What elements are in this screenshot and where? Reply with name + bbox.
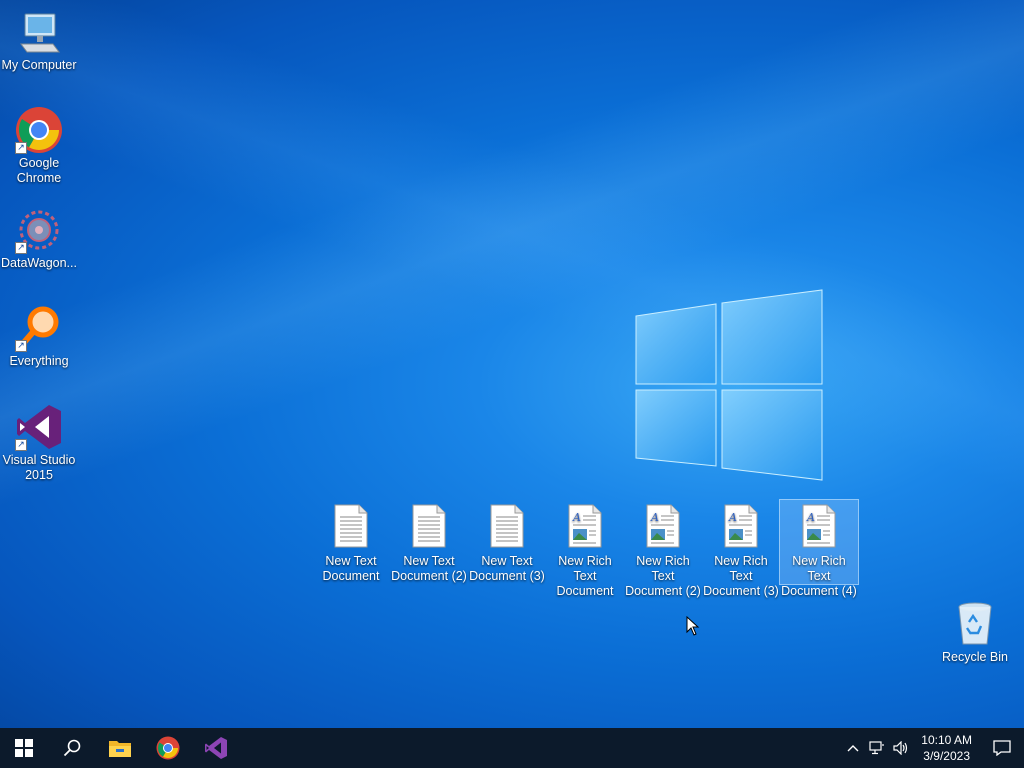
svg-text:A: A — [650, 511, 659, 524]
desktop-file-text-document-2[interactable]: New Text Document (2) — [390, 500, 468, 584]
light-beam — [0, 0, 1024, 728]
chrome-icon: ↗ — [15, 106, 63, 154]
file-label: New Rich Text Document — [556, 554, 614, 598]
notification-icon — [993, 740, 1011, 756]
recycle-bin-icon — [951, 600, 999, 648]
desktop-icon-my-computer[interactable]: My Computer — [0, 8, 78, 73]
file-label: New Text Document (2) — [391, 554, 467, 583]
file-label: New Rich Text Document (3) — [703, 554, 779, 598]
chrome-icon — [156, 736, 180, 760]
rich-text-document-icon: A — [567, 504, 603, 548]
desktop-file-rich-text-document-2[interactable]: A New Rich Text Document (2) — [624, 500, 702, 598]
action-center-button[interactable] — [980, 728, 1024, 768]
file-label: New Text Document — [322, 554, 380, 583]
mouse-pointer-icon — [686, 616, 700, 636]
visual-studio-icon — [205, 737, 227, 759]
svg-text:A: A — [728, 511, 737, 524]
rich-text-document-icon: A — [723, 504, 759, 548]
text-document-icon — [411, 504, 447, 548]
volume-button[interactable] — [889, 728, 913, 768]
clock-time: 10:10 AM — [921, 733, 972, 747]
shortcut-arrow-icon: ↗ — [15, 142, 27, 154]
datawagon-icon: ↗ — [15, 206, 63, 254]
desktop-icon-datawagon[interactable]: ↗ DataWagon... — [0, 206, 78, 271]
start-icon — [15, 739, 33, 757]
desktop-icon-google-chrome[interactable]: ↗ Google Chrome — [0, 106, 78, 186]
visual-studio-icon: ↗ — [15, 403, 63, 451]
file-label: New Text Document (3) — [469, 554, 545, 583]
desktop-file-text-document[interactable]: New Text Document — [312, 500, 390, 584]
file-label: New Rich Text Document (4) — [781, 554, 857, 598]
clock[interactable]: 10:10 AM 3/9/2023 — [913, 732, 980, 764]
desktop-icon-label: Google Chrome — [16, 156, 62, 185]
rich-text-document-icon: A — [645, 504, 681, 548]
desktop-icon-label: DataWagon... — [1, 256, 77, 270]
file-label: New Rich Text Document (2) — [625, 554, 701, 598]
desktop-file-rich-text-document-4[interactable]: A New Rich Text Document (4) — [779, 499, 859, 598]
desktop-icon-label: Everything — [9, 354, 69, 368]
desktop-icon-everything[interactable]: ↗ Everything — [0, 304, 78, 369]
file-explorer-button[interactable] — [96, 728, 144, 768]
shortcut-arrow-icon: ↗ — [15, 439, 27, 451]
desktop-file-rich-text-document-3[interactable]: A New Rich Text Document (3) — [702, 500, 780, 598]
windows-logo-wallpaper — [635, 289, 823, 481]
svg-text:A: A — [806, 511, 815, 524]
desktop-file-rich-text-document[interactable]: A New Rich Text Document — [546, 500, 624, 598]
network-button[interactable] — [865, 728, 889, 768]
chrome-taskbar-button[interactable] — [144, 728, 192, 768]
show-hidden-icons-button[interactable] — [841, 728, 865, 768]
file-explorer-icon — [109, 741, 131, 757]
desktop-icon-visual-studio[interactable]: ↗ Visual Studio 2015 — [0, 403, 78, 483]
network-icon — [869, 741, 885, 755]
desktop-icon-recycle-bin[interactable]: Recycle Bin — [936, 600, 1014, 665]
search-icon — [63, 739, 81, 757]
shortcut-arrow-icon: ↗ — [15, 340, 27, 352]
visual-studio-taskbar-button[interactable] — [192, 728, 240, 768]
start-button[interactable] — [0, 728, 48, 768]
shortcut-arrow-icon: ↗ — [15, 242, 27, 254]
clock-date: 3/9/2023 — [923, 749, 970, 763]
desktop-wallpaper — [0, 0, 1024, 728]
chevron-up-icon — [847, 745, 859, 752]
desktop-icon-label: Recycle Bin — [942, 650, 1008, 664]
desktop-icon-label: Visual Studio 2015 — [2, 453, 76, 482]
desktop-file-text-document-3[interactable]: New Text Document (3) — [468, 500, 546, 584]
text-document-icon — [489, 504, 525, 548]
everything-search-icon: ↗ — [15, 304, 63, 352]
speaker-icon — [893, 741, 908, 755]
search-button[interactable] — [48, 728, 96, 768]
text-document-icon — [333, 504, 369, 548]
taskbar: 10:10 AM 3/9/2023 — [0, 728, 1024, 768]
svg-text:A: A — [572, 511, 581, 524]
my-computer-icon — [15, 8, 63, 56]
rich-text-document-icon: A — [801, 504, 837, 548]
desktop-icon-label: My Computer — [1, 58, 77, 72]
system-tray: 10:10 AM 3/9/2023 — [841, 728, 1024, 768]
